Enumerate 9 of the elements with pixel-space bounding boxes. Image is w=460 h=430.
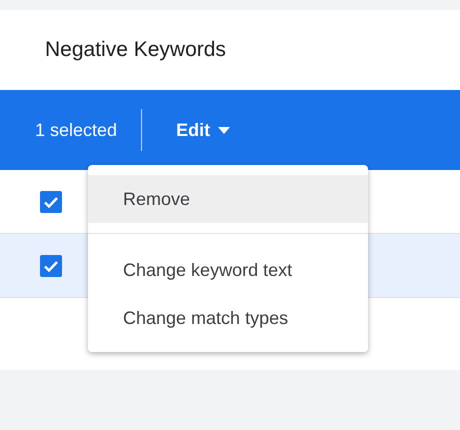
menu-item[interactable]: Remove (88, 175, 368, 223)
caret-icon (218, 126, 230, 134)
selection-count: 1 selected (35, 118, 118, 142)
menu-item[interactable]: Change keyword text (88, 246, 368, 294)
edit-menu-button[interactable]: Edit (172, 116, 234, 144)
checkbox[interactable] (40, 254, 62, 276)
menu-item[interactable]: Change match types (88, 294, 368, 342)
page-title: Negative Keywords (45, 37, 226, 64)
checkbox[interactable] (40, 190, 62, 212)
